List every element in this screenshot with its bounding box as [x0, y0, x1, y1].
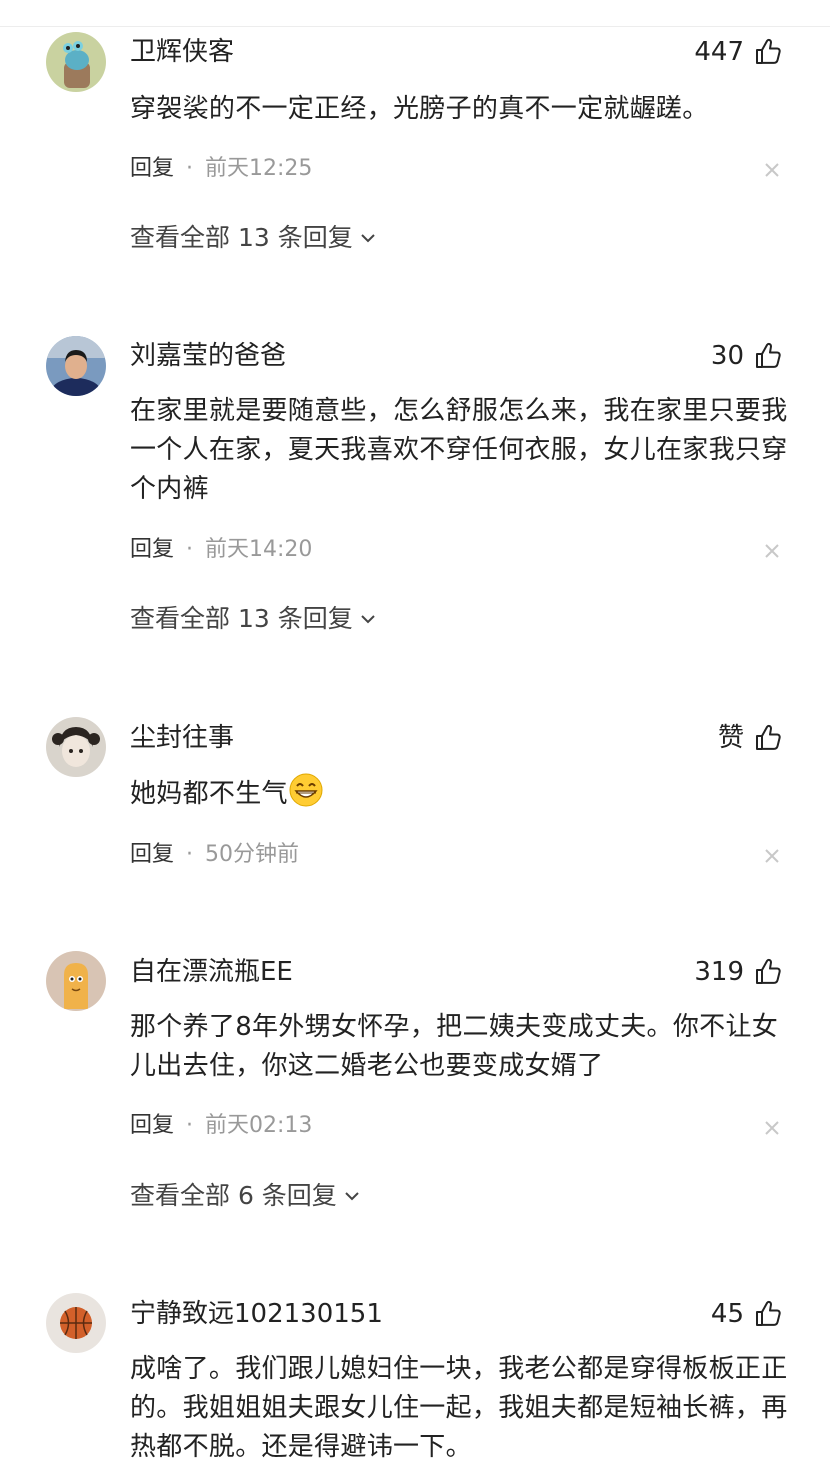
separator-dot: · [186, 1113, 194, 1138]
like-button[interactable]: 45 [711, 1296, 782, 1332]
basketball-avatar-icon[interactable] [46, 1293, 106, 1353]
cartoon-avatar-icon[interactable] [46, 32, 106, 92]
view-all-label: 查看全部 6 条回复 [130, 1181, 337, 1210]
top-divider [0, 0, 830, 27]
grinning-face-emoji-icon [289, 773, 323, 807]
close-icon[interactable] [762, 846, 782, 866]
close-icon[interactable] [762, 1118, 782, 1138]
comment-meta: 回复 · 前天14:20 [130, 535, 312, 565]
thumbs-up-icon [756, 1300, 781, 1326]
timestamp: 前天14:20 [205, 537, 313, 562]
comment-meta: 回复 · 前天12:25 [130, 154, 312, 184]
timestamp: 前天12:25 [205, 156, 313, 181]
view-all-replies-link[interactable]: 查看全部 13 条回复 [130, 601, 377, 637]
view-all-label: 查看全部 13 条回复 [130, 223, 353, 252]
man-photo-avatar-icon[interactable] [46, 336, 106, 396]
separator-dot: · [186, 537, 194, 562]
like-count: 45 [710, 1299, 744, 1329]
like-button[interactable]: 319 [694, 954, 782, 990]
username[interactable]: 尘封往事 [130, 720, 234, 756]
comment-text: 成啥了。我们跟儿媳妇住一块，我老公都是穿得板板正正的。我姐姐姐夫跟女儿住一起，我… [130, 1354, 788, 1462]
chevron-down-icon [361, 234, 375, 243]
comment-text: 那个养了8年外甥女怀孕，把二姨夫变成丈夫。你不让女儿出去住，你这二婚老公也要变成… [130, 1012, 779, 1081]
like-count: 447 [694, 37, 744, 67]
like-count: 319 [694, 957, 744, 987]
close-icon[interactable] [762, 160, 782, 180]
timestamp: 50分钟前 [205, 842, 300, 867]
username[interactable]: 宁静致远102130151 [130, 1296, 383, 1332]
reply-button[interactable]: 回复 [130, 535, 174, 565]
separator-dot: · [186, 842, 194, 867]
thumbs-up-icon [756, 724, 781, 750]
like-button[interactable]: 30 [711, 338, 782, 374]
cartoon-character-avatar-icon[interactable] [46, 951, 106, 1011]
username[interactable]: 卫辉侠客 [130, 34, 234, 70]
like-button[interactable]: 447 [694, 34, 782, 70]
thumbs-up-icon [756, 38, 781, 64]
comment-meta: 回复 · 50分钟前 [130, 840, 299, 870]
view-all-replies-link[interactable]: 查看全部 6 条回复 [130, 1178, 361, 1214]
separator-dot: · [186, 156, 194, 181]
like-button[interactable]: 赞 [718, 720, 782, 756]
comment-text: 穿袈裟的不一定正经，光膀子的真不一定就龌蹉。 [130, 94, 709, 124]
comment-meta: 回复 · 前天02:13 [130, 1111, 312, 1141]
comment-text: 她妈都不生气 [130, 772, 790, 814]
girl-photo-avatar-icon[interactable] [46, 717, 106, 777]
view-all-replies-link[interactable]: 查看全部 13 条回复 [130, 220, 377, 256]
reply-button[interactable]: 回复 [130, 154, 174, 184]
chevron-down-icon [345, 1192, 359, 1201]
thumbs-up-icon [756, 342, 781, 368]
comment-text-content: 她妈都不生气 [130, 779, 288, 809]
view-all-label: 查看全部 13 条回复 [130, 604, 353, 633]
username[interactable]: 自在漂流瓶EE [130, 954, 293, 990]
like-count: 赞 [717, 723, 744, 753]
reply-button[interactable]: 回复 [130, 840, 174, 870]
like-count: 30 [710, 341, 744, 371]
username[interactable]: 刘嘉莹的爸爸 [130, 338, 286, 374]
reply-button[interactable]: 回复 [130, 1111, 174, 1141]
comment-text: 在家里就是要随意些，怎么舒服怎么来，我在家里只要我一个人在家，夏天我喜欢不穿任何… [130, 396, 788, 504]
chevron-down-icon [361, 615, 375, 624]
close-icon[interactable] [762, 541, 782, 561]
thumbs-up-icon [756, 958, 781, 984]
timestamp: 前天02:13 [205, 1113, 313, 1138]
